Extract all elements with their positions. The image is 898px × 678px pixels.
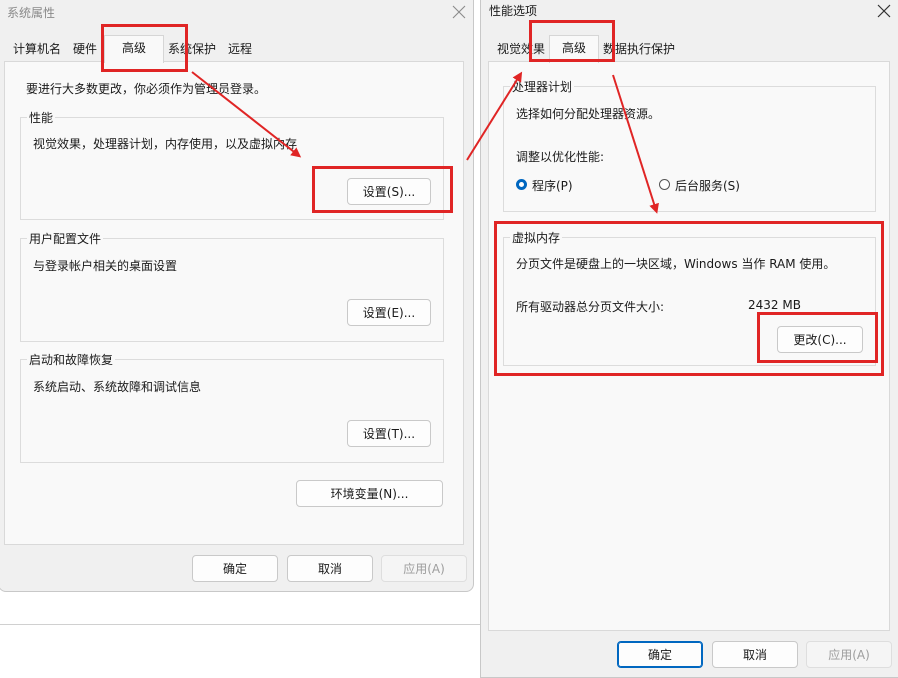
system-properties-title: 系统属性: [7, 6, 56, 20]
tab-dep[interactable]: 数据执行保护: [601, 38, 677, 60]
cancel-button[interactable]: 取消: [712, 641, 798, 668]
tab-computer-name[interactable]: 计算机名: [8, 38, 66, 60]
processor-scheduling-label: 处理器计划: [510, 78, 575, 95]
total-paging-size-label: 所有驱动器总分页文件大小:: [516, 300, 665, 314]
apply-button[interactable]: 应用(A): [381, 555, 467, 582]
startup-recovery-group: 启动和故障恢复: [20, 351, 444, 463]
ok-button[interactable]: 确定: [192, 555, 278, 582]
ok-button[interactable]: 确定: [617, 641, 703, 668]
background-services-radio[interactable]: [659, 179, 670, 190]
startup-recovery-settings-button[interactable]: 设置(T)...: [347, 420, 431, 447]
background-services-radio-label[interactable]: 后台服务(S): [675, 177, 740, 194]
change-virtual-memory-button[interactable]: 更改(C)...: [777, 326, 863, 353]
user-profiles-desc: 与登录帐户相关的桌面设置: [33, 259, 178, 273]
background-divider: [0, 624, 480, 625]
cancel-button[interactable]: 取消: [287, 555, 373, 582]
programs-radio[interactable]: [516, 179, 527, 190]
user-profiles-label: 用户配置文件: [27, 230, 104, 247]
startup-recovery-label: 启动和故障恢复: [27, 351, 116, 368]
virtual-memory-label: 虚拟内存: [510, 229, 563, 246]
tab-advanced[interactable]: 高级: [549, 35, 599, 63]
performance-options-title: 性能选项: [489, 4, 538, 18]
virtual-memory-desc: 分页文件是硬盘上的一块区域，Windows 当作 RAM 使用。: [516, 257, 836, 271]
close-icon[interactable]: [451, 4, 467, 20]
total-paging-size-value: 2432 MB: [748, 298, 801, 312]
user-profiles-group: 用户配置文件: [20, 230, 444, 342]
performance-label: 性能: [27, 109, 56, 126]
user-profiles-settings-button[interactable]: 设置(E)...: [347, 299, 431, 326]
tab-system-protection[interactable]: 系统保护: [166, 38, 218, 60]
programs-radio-label[interactable]: 程序(P): [532, 177, 573, 194]
apply-button[interactable]: 应用(A): [806, 641, 892, 668]
tab-visual-effects[interactable]: 视觉效果: [493, 38, 549, 60]
tab-hardware[interactable]: 硬件: [68, 38, 102, 60]
environment-variables-button[interactable]: 环境变量(N)...: [296, 480, 443, 507]
startup-recovery-desc: 系统启动、系统故障和调试信息: [33, 380, 202, 394]
performance-settings-button[interactable]: 设置(S)...: [347, 178, 431, 205]
tab-remote[interactable]: 远程: [222, 38, 258, 60]
performance-desc: 视觉效果，处理器计划，内存使用，以及虚拟内存: [33, 137, 298, 151]
processor-scheduling-desc: 选择如何分配处理器资源。: [516, 107, 661, 121]
close-icon[interactable]: [876, 3, 892, 19]
optimize-for-label: 调整以优化性能:: [516, 150, 605, 164]
tab-advanced[interactable]: 高级: [104, 35, 164, 63]
admin-note: 要进行大多数更改，你必须作为管理员登录。: [26, 82, 267, 96]
